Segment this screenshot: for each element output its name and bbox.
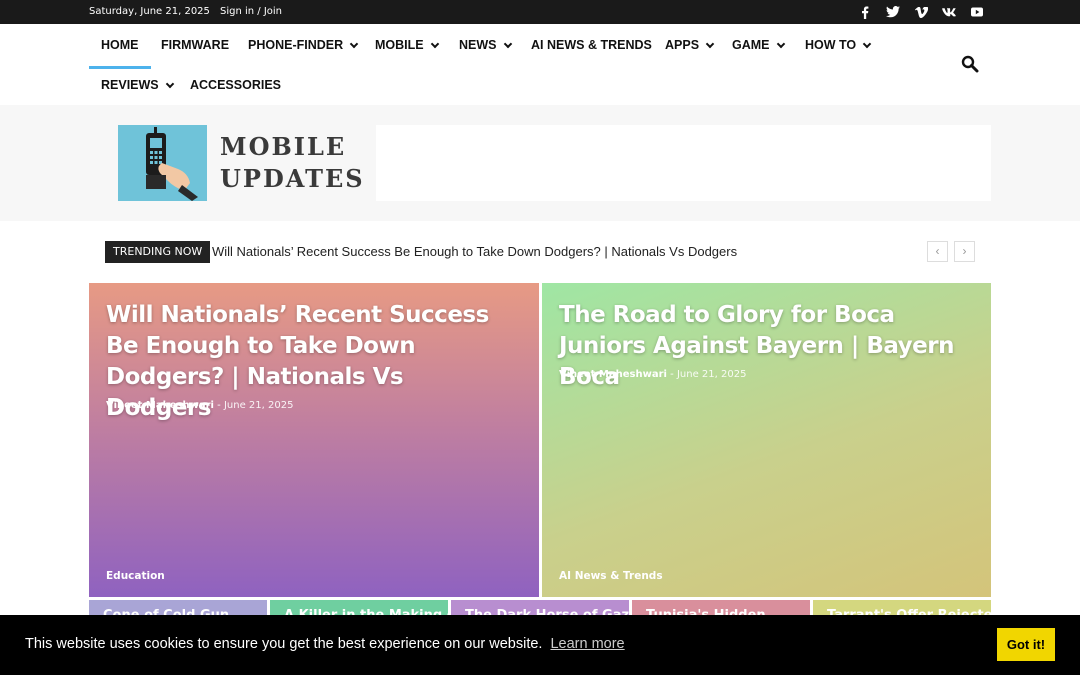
nav-accessories-label: ACCESSORIES (190, 78, 281, 92)
nav-mobile[interactable]: MOBILE (375, 38, 439, 52)
search-icon[interactable] (961, 55, 979, 73)
nav-firmware[interactable]: FIRMWARE (161, 38, 229, 52)
nav-accessories[interactable]: ACCESSORIES (190, 78, 281, 92)
post-meta: Vineet Maheshwari - June 21, 2025 (106, 400, 293, 411)
post-date: June 21, 2025 (676, 369, 747, 380)
nav-news[interactable]: NEWS (459, 38, 512, 52)
cookie-accept-button[interactable]: Got it! (997, 628, 1055, 661)
phone-hand-icon (118, 125, 207, 201)
nav-reviews[interactable]: REVIEWS (101, 78, 174, 92)
featured-post-2[interactable]: The Road to Glory for Boca Juniors Again… (542, 283, 991, 597)
facebook-icon[interactable] (858, 4, 872, 20)
nav-phone-finder[interactable]: PHONE-FINDER (248, 38, 359, 52)
logo-text: MOBILE UPDATES (220, 131, 365, 195)
sign-in-link[interactable]: Sign in / Join (220, 6, 282, 17)
nav-game-label: GAME (732, 38, 770, 52)
post-date: June 21, 2025 (223, 400, 294, 411)
cookie-message-row: This website uses cookies to ensure you … (25, 636, 625, 652)
vimeo-icon[interactable] (914, 4, 928, 20)
nav-mobile-label: MOBILE (375, 38, 424, 52)
chevron-down-icon (503, 39, 512, 48)
chevron-down-icon (776, 39, 785, 48)
chevron-down-icon (165, 79, 174, 88)
trending-prev-button[interactable]: ‹ (927, 241, 948, 262)
nav-phone-finder-label: PHONE-FINDER (248, 38, 344, 52)
trending-headline[interactable]: Will Nationals’ Recent Success Be Enough… (212, 244, 737, 259)
current-date: Saturday, June 21, 2025 (89, 6, 210, 17)
logo-line-1: MOBILE (220, 132, 347, 161)
nav-home-label: HOME (101, 38, 139, 52)
nav-apps-label: APPS (665, 38, 700, 52)
nav-ai-news-label: AI NEWS & TRENDS (531, 38, 652, 52)
post-category[interactable]: AI News & Trends (559, 570, 663, 582)
learn-more-link[interactable]: Learn more (550, 636, 624, 652)
social-links (858, 4, 984, 20)
nav-reviews-label: REVIEWS (101, 78, 159, 92)
main-navigation: HOME FIRMWARE PHONE-FINDER MOBILE NEWS A… (0, 24, 1080, 105)
header-band: MOBILE UPDATES (0, 105, 1080, 221)
vk-icon[interactable] (942, 4, 956, 20)
trending-next-button[interactable]: › (954, 241, 975, 262)
cookie-banner: This website uses cookies to ensure you … (0, 615, 1080, 675)
post-author[interactable]: Vineet Maheshwari (106, 400, 214, 411)
nav-game[interactable]: GAME (732, 38, 785, 52)
trending-bar: TRENDING NOW Will Nationals’ Recent Succ… (105, 241, 975, 263)
nav-firmware-label: FIRMWARE (161, 38, 230, 52)
nav-news-label: NEWS (459, 38, 497, 52)
youtube-icon[interactable] (970, 4, 984, 20)
meta-separator: - (217, 400, 224, 411)
ad-banner (376, 125, 991, 201)
nav-home[interactable]: HOME (89, 38, 150, 69)
twitter-icon[interactable] (886, 4, 900, 20)
top-bar: Saturday, June 21, 2025 Sign in / Join (0, 0, 1080, 24)
nav-how-to-label: HOW TO (805, 38, 857, 52)
meta-separator: - (670, 369, 677, 380)
nav-how-to[interactable]: HOW TO (805, 38, 872, 52)
nav-apps[interactable]: APPS (665, 38, 715, 52)
site-logo[interactable]: MOBILE UPDATES (118, 125, 363, 201)
cookie-message: This website uses cookies to ensure you … (25, 636, 543, 652)
nav-ai-news-trends[interactable]: AI NEWS & TRENDS (531, 38, 652, 52)
trending-label: TRENDING NOW (105, 241, 211, 263)
chevron-down-icon (705, 39, 715, 48)
featured-post-1[interactable]: Will Nationals’ Recent Success Be Enough… (89, 283, 539, 597)
post-author[interactable]: Vineet Maheshwari (559, 369, 667, 380)
chevron-down-icon (349, 39, 359, 48)
post-category[interactable]: Education (106, 570, 165, 582)
chevron-down-icon (430, 39, 439, 48)
logo-line-2: UPDATES (220, 164, 365, 193)
chevron-down-icon (862, 39, 872, 48)
post-meta: Vineet Maheshwari - June 21, 2025 (559, 369, 746, 380)
